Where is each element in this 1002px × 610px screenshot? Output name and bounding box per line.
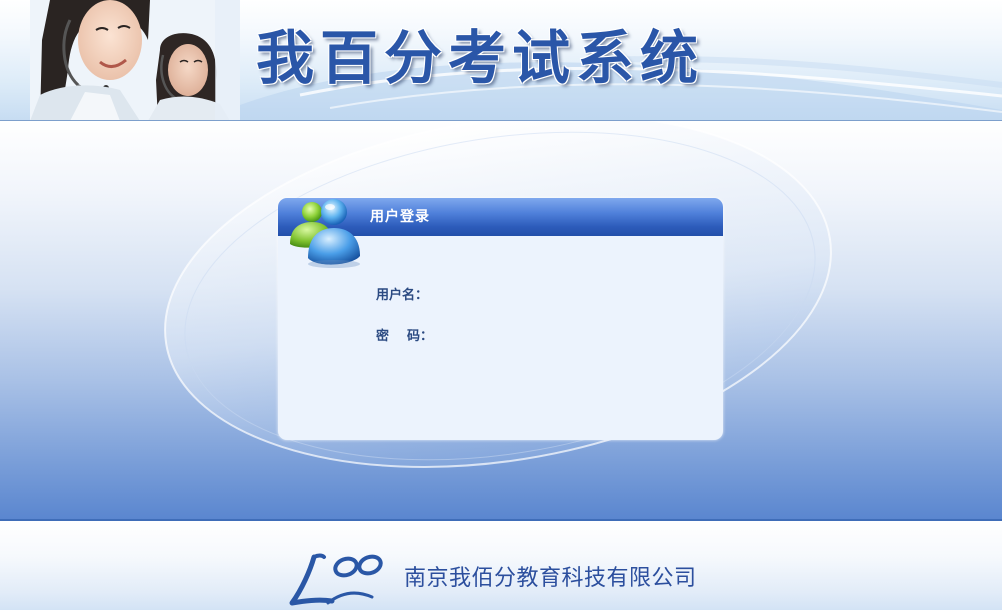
login-title: 用户登录: [370, 209, 430, 225]
username-input[interactable]: [430, 284, 610, 306]
site-title: 我百分考试系统: [256, 24, 705, 92]
username-label: 用户名：: [376, 288, 429, 303]
login-panel: 用户登录 用户名： 密 码：: [278, 198, 723, 440]
users-icon: [290, 199, 360, 268]
company-name: 南京我佰分教育科技有限公司: [404, 566, 697, 591]
company-logo-icon: [289, 553, 383, 606]
password-input[interactable]: [430, 325, 610, 347]
customer-service-agents-photo: [30, 0, 240, 121]
password-label: 密码：: [376, 329, 433, 345]
footer: 南京我佰分教育科技有限公司: [0, 521, 1002, 610]
header-banner: 我百分考试系统: [0, 0, 1002, 121]
password-label-part1: 密: [376, 329, 390, 344]
